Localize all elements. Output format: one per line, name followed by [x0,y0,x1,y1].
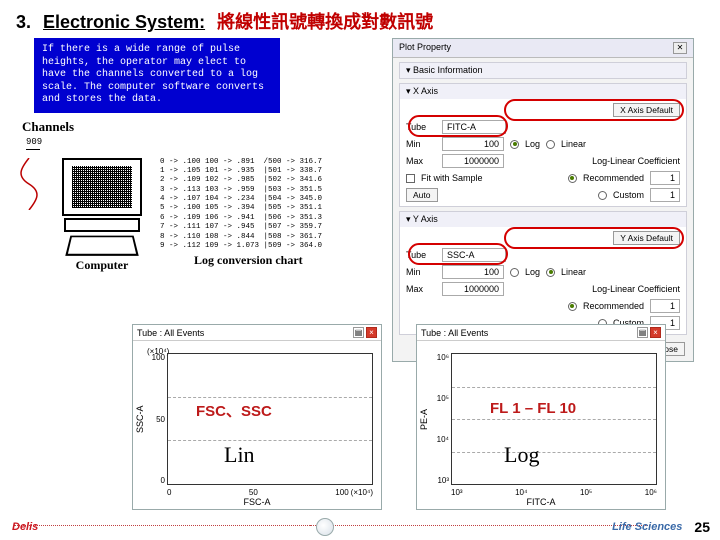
x-recommended-value[interactable]: 1 [650,171,680,185]
left-ytick-2: 0 [161,476,165,485]
x-axis-default-button[interactable]: X Axis Default [613,103,680,117]
computer-label: Computer [50,258,154,273]
info-bluebox: If there is a wide range of pulse height… [34,38,280,113]
left-xtick-0: 0 [167,488,171,497]
y-min-label: Min [406,267,436,277]
right-ytick-3: 10³ [437,476,449,485]
x-tube-label: Tube [406,122,436,132]
right-xtick-2: 10⁵ [580,488,592,497]
x-auto-button[interactable]: Auto [406,188,438,202]
x-loglincoeff-label: Log-Linear Coefficient [592,156,680,166]
x-axis-section[interactable]: ▾ X Axis [400,84,686,99]
y-linear-radio[interactable] [546,268,555,277]
right-ytick-2: 10⁴ [437,435,449,444]
channels-label: Channels [22,119,388,135]
page-number: 25 [694,519,710,535]
x-max-label: Max [406,156,436,166]
right-ytick-0: 10⁶ [437,353,449,362]
slide-title-zh: 將線性訊號轉換成對數訊號 [217,8,433,34]
y-log-label: Log [525,267,540,277]
x-custom-radio[interactable] [598,191,607,200]
y-tube-label: Tube [406,250,436,260]
left-xtick-2: 100 [335,488,348,497]
x-custom-label: Custom [613,190,644,200]
y-max-label: Max [406,284,436,294]
x-log-radio[interactable] [510,140,519,149]
x-custom-value[interactable]: 1 [650,188,680,202]
dialog-title: Plot Property [399,42,451,54]
x-recommended-radio[interactable] [568,174,577,183]
y-linear-label: Linear [561,267,586,277]
left-x-label: FSC-A [133,497,381,507]
keyboard-icon [65,235,138,255]
brand-right: Life Sciences [612,521,682,533]
x-log-label: Log [525,139,540,149]
right-xtick-0: 10³ [451,488,463,497]
monitor-base-icon [64,218,140,232]
globe-icon [316,518,334,536]
slide-title-en: Electronic System: [43,12,205,33]
plot-close-icon[interactable]: × [366,327,377,338]
lin-label: Lin [224,442,255,468]
plot-property-dialog: Plot Property ✕ ▾ Basic Information ▾ X … [392,38,694,362]
left-x-unit: (×10⁴) [351,488,373,497]
left-ytick-0: 100 [152,353,165,362]
pulse-icon [16,158,42,210]
x-fit-label: Fit with Sample [421,173,483,183]
y-loglincoeff-label: Log-Linear Coefficient [592,284,680,294]
brand-left: Delis [12,521,38,533]
y-tube-input[interactable]: SSC-A [442,248,506,262]
plot-close-icon[interactable]: × [650,327,661,338]
y-recommended-label: Recommended [583,301,644,311]
plot-tool-icon[interactable]: ▤ [637,327,648,338]
logchart-label: Log conversion chart [194,253,322,268]
monitor-icon [62,158,142,216]
right-y-label: PE-A [419,351,433,487]
channel-value: 909 [26,137,388,147]
left-ytick-1: 50 [156,415,165,424]
channel-tick [26,149,40,150]
x-fit-checkbox[interactable] [406,174,415,183]
right-x-label: FITC-A [417,497,665,507]
x-min-label: Min [406,139,436,149]
x-linear-label: Linear [561,139,586,149]
y-recommended-radio[interactable] [568,302,577,311]
slide-number: 3. [16,12,31,33]
right-ytick-1: 10⁵ [437,394,449,403]
x-max-input[interactable]: 1000000 [442,154,504,168]
dialog-close-button[interactable]: ✕ [673,42,687,54]
log-label: Log [504,442,539,468]
y-max-input[interactable]: 1000000 [442,282,504,296]
plot-tool-icon[interactable]: ▤ [353,327,364,338]
y-recommended-value[interactable]: 1 [650,299,680,313]
y-log-radio[interactable] [510,268,519,277]
left-y-label: SSC-A [135,351,149,487]
x-tube-input[interactable]: FITC-A [442,120,506,134]
right-xtick-1: 10⁴ [515,488,527,497]
x-recommended-label: Recommended [583,173,644,183]
x-linear-radio[interactable] [546,140,555,149]
y-axis-section[interactable]: ▾ Y Axis [400,212,686,227]
fl-range-label: FL 1 – FL 10 [490,400,576,417]
y-min-input[interactable]: 100 [442,265,504,279]
right-xtick-3: 10⁶ [645,488,657,497]
left-xtick-1: 50 [249,488,258,497]
scatter-log-plot: Tube : All Events ▤ × PE-A 10⁶ 10⁵ 10⁴ 1… [416,324,666,510]
right-plot-title: Tube : All Events [421,328,488,338]
y-axis-default-button[interactable]: Y Axis Default [613,231,680,245]
left-plot-title: Tube : All Events [137,328,204,338]
log-conversion-chart: 0 -> .100 100 -> .891 /500 -> 316.7 1 ->… [160,158,322,252]
basic-info-section[interactable]: ▾ Basic Information [400,63,686,78]
x-min-input[interactable]: 100 [442,137,504,151]
fsc-ssc-label: FSC、SSC [196,400,272,421]
